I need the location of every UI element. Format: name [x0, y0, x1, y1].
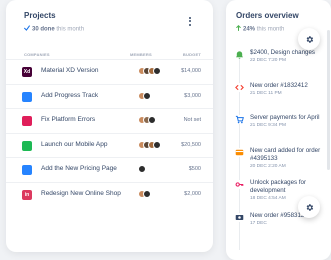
check-icon: [24, 25, 30, 31]
project-name: Fix Platform Errors: [41, 116, 96, 123]
settings-button-bottom[interactable]: [298, 196, 320, 218]
project-row[interactable]: Add Progress Track $3,000: [6, 85, 213, 109]
project-name: Material XD Version: [41, 67, 99, 74]
member-avatars: [138, 189, 151, 199]
project-budget: Not set: [183, 117, 201, 123]
projects-subtitle: 30 done this month: [24, 25, 84, 33]
invision-logo: in: [22, 189, 32, 200]
project-row[interactable]: Launch our Mobile App $20,500: [6, 134, 213, 158]
money-icon: [235, 212, 244, 222]
project-name: Launch our Mobile App: [41, 140, 108, 148]
project-name: Add Progress Track: [41, 91, 99, 99]
avatar[interactable]: [138, 165, 146, 173]
timeline-date: 22 DEC 7:20 PM: [250, 58, 286, 63]
member-avatars: [138, 67, 161, 76]
code-icon: [235, 82, 244, 92]
timeline-title: Server payments for April: [250, 114, 320, 121]
jira-logo: [22, 165, 32, 175]
arrow-up-icon: [236, 25, 241, 31]
timeline-title: Unlock packages for development: [250, 179, 307, 194]
timeline-date: 21 DEC 11 PM: [250, 90, 282, 96]
spotify-logo: [22, 140, 32, 151]
project-budget: $20,500: [181, 141, 201, 148]
adobe-xd-logo: Xd: [22, 67, 32, 77]
avatar[interactable]: [153, 67, 161, 75]
project-row[interactable]: Add the New Pricing Page $500: [6, 158, 213, 183]
member-avatars: [138, 165, 146, 174]
member-avatars: [138, 140, 161, 150]
slack-logo: [22, 116, 32, 126]
timeline-date: 21 DEC 9:34 PM: [250, 123, 286, 128]
done-period: this month: [56, 26, 85, 33]
project-row[interactable]: Fix Platform Errors Not set: [6, 109, 213, 134]
member-avatars: [138, 116, 156, 125]
orders-title: Orders overview: [236, 11, 299, 20]
member-avatars: [138, 91, 151, 101]
timeline-title: New order #1832412: [250, 81, 308, 89]
projects-card: Projects 30 done this month COMPANIES ME…: [6, 0, 213, 252]
timeline-date: 20 DEC 2:20 AM: [250, 163, 286, 169]
more-vertical-icon[interactable]: [185, 15, 195, 27]
timeline-date: 18 DEC 4:54 AM: [250, 196, 286, 201]
gear-icon: [306, 35, 313, 43]
credit-card-icon: [235, 147, 244, 157]
project-budget: $14,000: [181, 68, 201, 74]
project-name: Redesign New Online Shop: [41, 189, 121, 197]
avatar[interactable]: [143, 91, 151, 100]
project-name: Add the New Pricing Page: [41, 165, 117, 172]
project-budget: $3,000: [184, 92, 201, 99]
project-row[interactable]: in Redesign New Online Shop $2,000: [6, 183, 213, 207]
bell-icon: [235, 50, 244, 59]
column-companies: COMPANIES: [24, 52, 50, 57]
project-budget: $500: [188, 166, 201, 172]
done-count: 30 done: [32, 26, 55, 33]
avatar[interactable]: [148, 116, 156, 124]
orders-percent: 24%: [243, 26, 256, 33]
project-row[interactable]: Xd Material XD Version $14,000: [6, 60, 213, 85]
column-members: MEMBERS: [130, 52, 152, 57]
page-scrollbar[interactable]: [327, 30, 330, 170]
project-budget: $2,000: [184, 190, 201, 197]
avatar[interactable]: [143, 189, 151, 198]
timeline-title: $2400, Design changes: [250, 49, 316, 56]
settings-button-top[interactable]: [298, 28, 320, 50]
timeline-title: New card added for order #4395133: [250, 146, 321, 162]
avatar[interactable]: [153, 140, 161, 149]
projects-title: Projects: [24, 11, 56, 20]
orders-period: this month: [256, 26, 285, 33]
timeline-date: 17 DEC: [250, 220, 267, 226]
atlassian-logo: [22, 91, 32, 102]
column-budget: BUDGET: [182, 52, 201, 57]
orders-subtitle: 24% this month: [236, 25, 284, 33]
gear-icon: [306, 203, 313, 211]
key-icon: [235, 180, 244, 189]
cart-icon: [235, 115, 244, 124]
